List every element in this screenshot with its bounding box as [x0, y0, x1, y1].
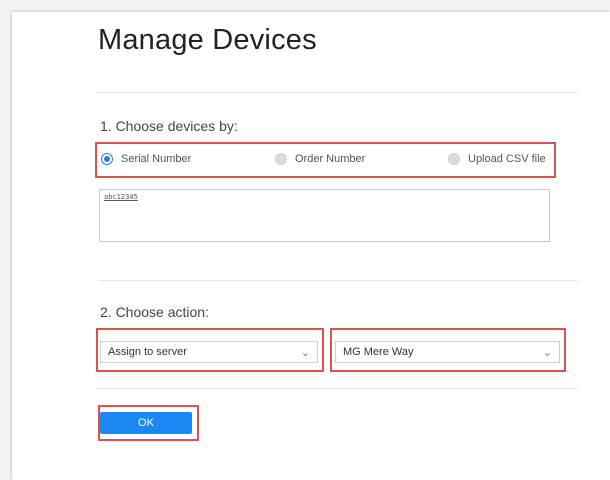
action-select[interactable]: Assign to server ⌄ [100, 341, 318, 363]
radio-serial-number-label: Serial Number [121, 153, 192, 165]
radio-unselected-icon [448, 153, 460, 165]
radio-serial-number[interactable]: Serial Number [101, 153, 191, 165]
divider [98, 92, 578, 93]
step2-label: 2. Choose action: [100, 304, 209, 320]
server-select[interactable]: MG Mere Way ⌄ [335, 341, 560, 363]
page-title: Manage Devices [98, 24, 317, 56]
divider [98, 388, 578, 389]
ok-button[interactable]: OK [100, 412, 192, 434]
radio-selected-icon [101, 153, 113, 165]
radio-order-number[interactable]: Order Number [275, 153, 365, 165]
devices-textarea[interactable]: abc12345 [99, 189, 550, 242]
radio-upload-csv-label: Upload CSV file [468, 153, 546, 165]
chevron-down-icon: ⌄ [300, 346, 310, 359]
divider [98, 280, 578, 281]
radio-upload-csv[interactable]: Upload CSV file [448, 153, 546, 165]
chevron-down-icon: ⌄ [542, 346, 552, 359]
step1-label: 1. Choose devices by: [100, 118, 238, 134]
radio-order-number-label: Order Number [295, 153, 366, 165]
action-select-value: Assign to server [108, 346, 187, 358]
server-select-value: MG Mere Way [343, 346, 414, 358]
radio-unselected-icon [275, 153, 287, 165]
manage-devices-panel: Manage Devices 1. Choose devices by: Ser… [12, 12, 610, 480]
